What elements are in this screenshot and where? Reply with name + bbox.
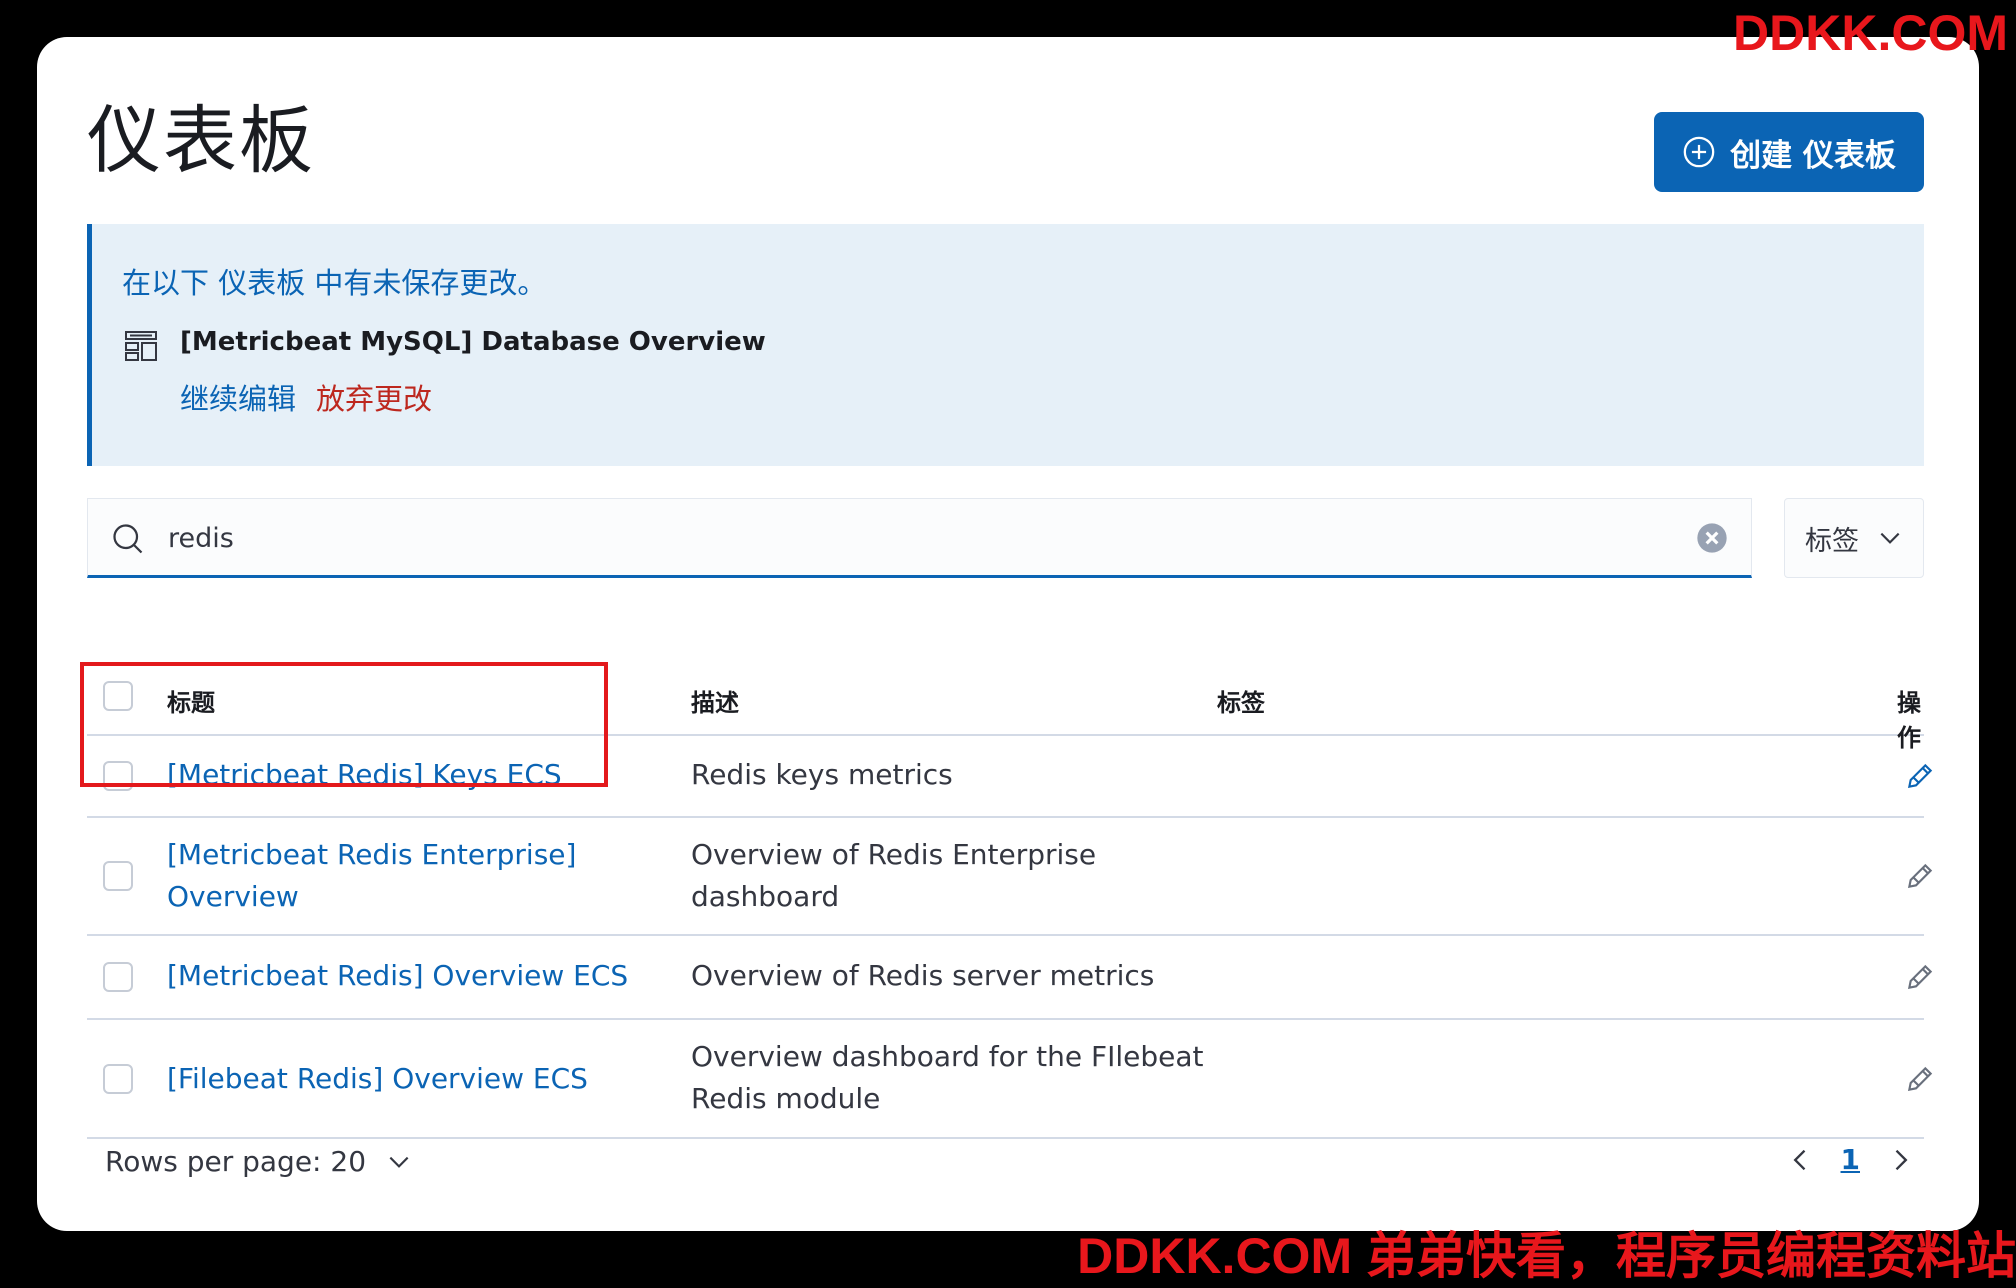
row-checkbox[interactable] — [103, 1064, 133, 1094]
pencil-icon[interactable] — [1904, 1063, 1936, 1095]
create-dashboard-label: 创建 仪表板 — [1730, 137, 1896, 174]
page-title: 仪表板 — [87, 98, 315, 184]
chevron-down-icon — [1880, 532, 1900, 544]
plus-circle-icon — [1683, 136, 1715, 168]
pencil-icon[interactable] — [1904, 860, 1936, 892]
rows-per-page-selector[interactable]: Rows per page: 20 — [105, 1145, 412, 1178]
table-row: [Metricbeat Redis Enterprise] Overview O… — [87, 818, 1933, 936]
chevron-left-icon[interactable] — [1787, 1146, 1815, 1174]
callout-actions: 继续编辑 放弃更改 — [180, 376, 432, 418]
discard-changes-link[interactable]: 放弃更改 — [316, 376, 432, 418]
dashboard-title-link[interactable]: [Metricbeat Redis Enterprise] Overview — [167, 834, 587, 918]
create-dashboard-button[interactable]: 创建 仪表板 — [1654, 112, 1924, 192]
callout-title: 在以下 仪表板 中有未保存更改。 — [122, 266, 547, 300]
column-header-tags: 标签 — [1217, 689, 1265, 717]
chevron-right-icon[interactable] — [1886, 1146, 1914, 1174]
dashboard-app-icon — [125, 331, 157, 361]
column-header-description: 描述 — [691, 689, 739, 717]
continue-editing-link[interactable]: 继续编辑 — [180, 376, 296, 418]
tags-filter-label: 标签 — [1805, 525, 1859, 557]
dashboard-description: Redis keys metrics — [691, 758, 953, 791]
dashboard-description: Overview dashboard for the FIlebeat Redi… — [691, 1040, 1204, 1115]
pencil-icon[interactable] — [1904, 760, 1936, 792]
chevron-down-icon — [389, 1156, 409, 1168]
unsaved-changes-callout: 在以下 仪表板 中有未保存更改。 [Metricbeat MySQL] Data… — [87, 224, 1924, 466]
dashboard-title-link[interactable]: [Filebeat Redis] Overview ECS — [167, 1058, 647, 1100]
watermark-bottom: DDKK.COM 弟弟快看，程序员编程资料站 — [1077, 1228, 2016, 1284]
search-icon — [113, 524, 143, 554]
dashboard-description: Overview of Redis Enterprise dashboard — [691, 838, 1097, 913]
table-row: [Filebeat Redis] Overview ECS Overview d… — [87, 1020, 1933, 1139]
page-number-button[interactable]: 1 — [1841, 1143, 1860, 1176]
search-bar — [87, 498, 1752, 578]
page-navigation: 1 — [1787, 1143, 1914, 1176]
pencil-icon[interactable] — [1904, 961, 1936, 993]
tags-filter-button[interactable]: 标签 — [1784, 498, 1924, 578]
watermark-top: DDKK.COM — [1733, 5, 2008, 61]
clear-search-icon[interactable] — [1696, 522, 1728, 554]
dashboards-panel: 仪表板 创建 仪表板 在以下 仪表板 中有未保存更改。 [Metricbeat … — [37, 37, 1979, 1231]
table-row: [Metricbeat Redis] Overview ECS Overview… — [87, 936, 1933, 1020]
table-pagination: Rows per page: 20 1 — [87, 1137, 1924, 1197]
row-checkbox[interactable] — [103, 962, 133, 992]
rows-per-page-label: Rows per page: 20 — [105, 1145, 367, 1178]
dashboard-title-link[interactable]: [Metricbeat Redis] Overview ECS — [167, 955, 647, 997]
highlight-annotation-box — [80, 662, 608, 787]
dashboard-description: Overview of Redis server metrics — [691, 959, 1155, 992]
unsaved-dashboard-title: [Metricbeat MySQL] Database Overview — [180, 327, 766, 357]
search-input[interactable] — [166, 509, 1620, 567]
row-checkbox[interactable] — [103, 861, 133, 891]
